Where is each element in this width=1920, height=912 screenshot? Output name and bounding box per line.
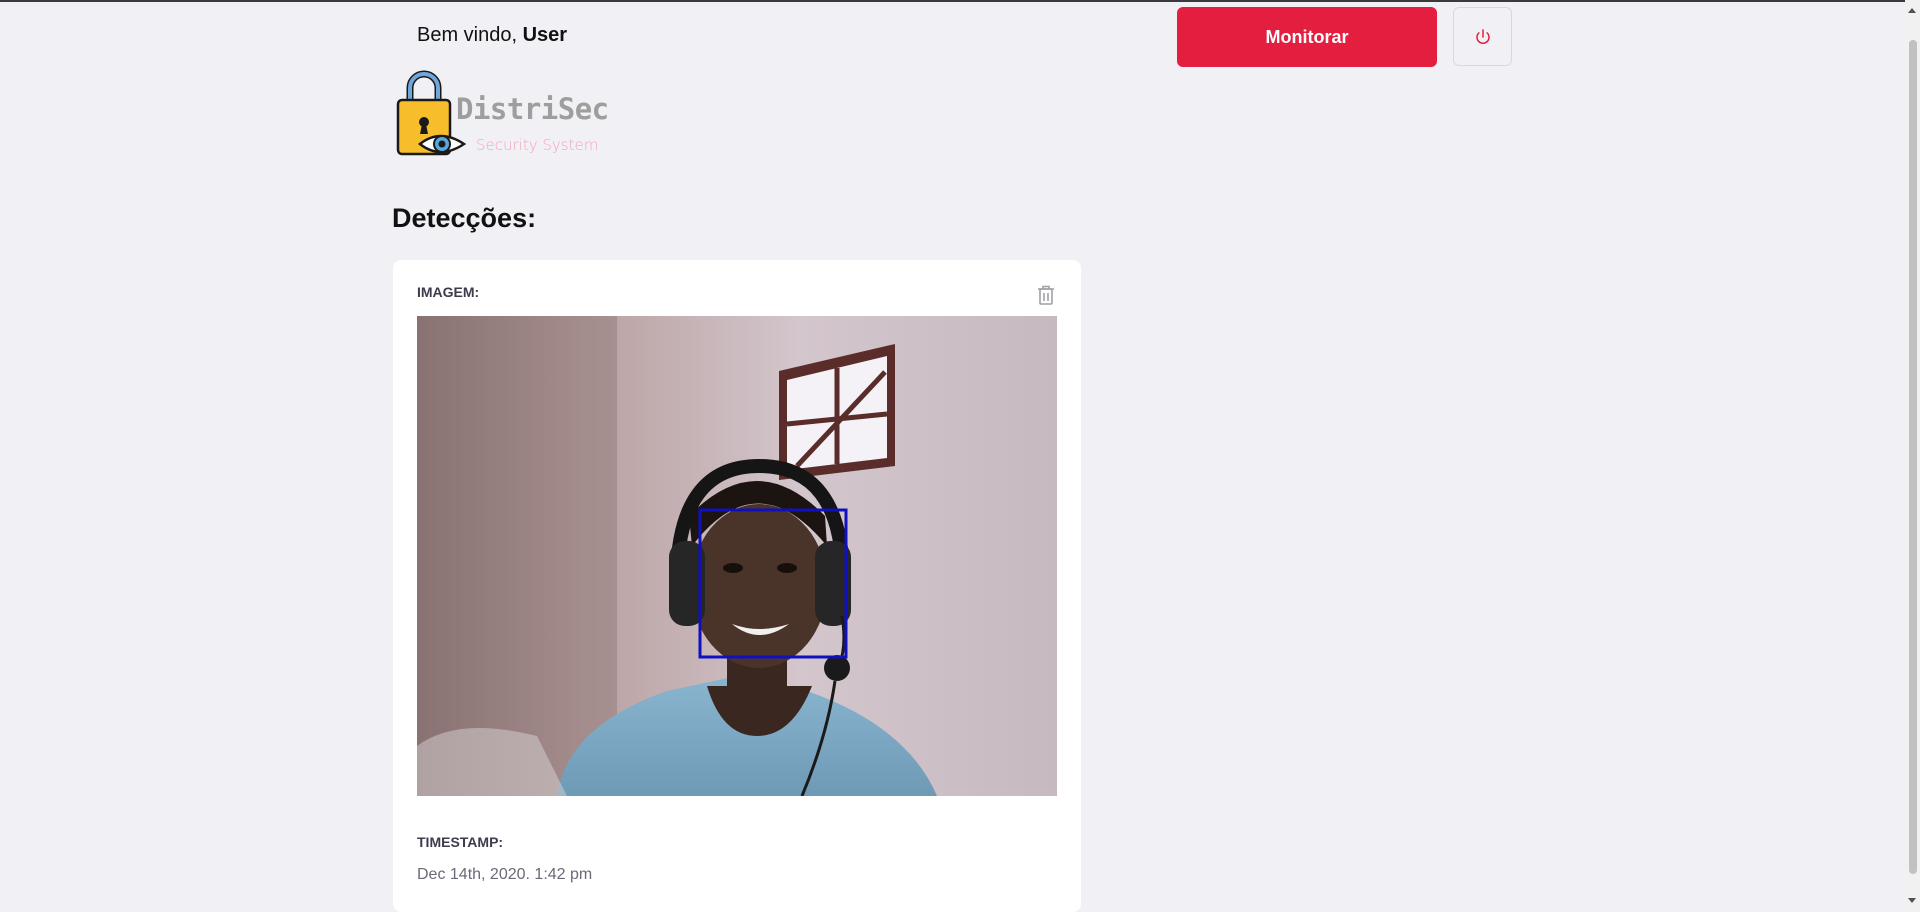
timestamp-value: Dec 14th, 2020. 1:42 pm <box>417 866 593 883</box>
greeting-prefix: Bem vindo, <box>417 24 523 46</box>
logo: DistriSec Security System <box>396 70 616 160</box>
welcome-message: Bem vindo, User <box>417 24 567 47</box>
user-name: User <box>522 24 568 46</box>
logo-tagline: Security System <box>476 136 599 154</box>
vertical-scrollbar[interactable] <box>1905 0 1920 912</box>
logout-button[interactable] <box>1453 7 1512 66</box>
trash-icon[interactable] <box>1036 284 1056 306</box>
monitor-button[interactable]: Monitorar <box>1177 7 1437 67</box>
detection-card: IMAGEM: TIMESTAMP: Dec 14th, 2020. 1:42 … <box>393 260 1081 912</box>
page-title: Detecções: <box>392 203 537 233</box>
logo-name: DistriSec <box>456 92 609 126</box>
detection-photo-illustration <box>417 316 1057 796</box>
scroll-up-arrow-icon[interactable] <box>1908 8 1916 13</box>
scroll-down-arrow-icon[interactable] <box>1908 898 1916 903</box>
image-label: IMAGEM: <box>417 284 480 300</box>
page: Bem vindo, User Monitorar DistriSec Secu… <box>0 0 1905 912</box>
scrollbar-thumb[interactable] <box>1909 40 1917 874</box>
timestamp-label: TIMESTAMP: <box>417 834 504 850</box>
power-icon <box>1475 28 1490 44</box>
detection-image <box>417 316 1057 796</box>
